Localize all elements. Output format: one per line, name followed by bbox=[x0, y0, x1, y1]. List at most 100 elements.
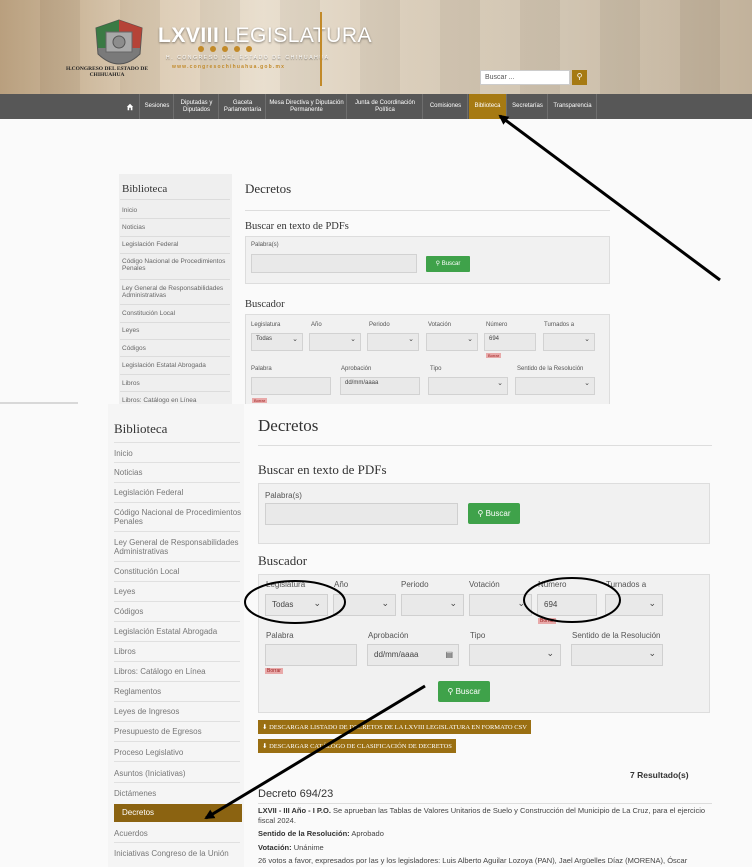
sentido-value: Aprobado bbox=[351, 829, 384, 838]
top-palabra-input[interactable] bbox=[251, 377, 331, 395]
divider bbox=[120, 218, 230, 219]
sidebar-item-proceso[interactable]: Proceso Legislativo bbox=[114, 748, 242, 757]
top-numero-borrar[interactable]: Borrar bbox=[486, 353, 502, 358]
sidebar-item-codigo-nacional[interactable]: Código Nacional de Procedimientos Penale… bbox=[114, 508, 242, 526]
palabra-input[interactable] bbox=[265, 644, 357, 666]
pdf-search-button[interactable]: ⚲ Buscar bbox=[468, 503, 520, 524]
results-count: 7 Resultado(s) bbox=[630, 770, 689, 780]
votacion-label: Votación bbox=[469, 580, 500, 589]
buscador-search-button[interactable]: ⚲ Buscar bbox=[438, 681, 490, 702]
nav-secretarias[interactable]: Secretarías bbox=[508, 94, 548, 119]
sidebar-item-acuerdos[interactable]: Acuerdos bbox=[114, 829, 242, 838]
sidebar-item-catalogo[interactable]: Libros: Catálogo en Línea bbox=[114, 667, 242, 676]
nav-gaceta[interactable]: Gaceta Parlamentaria bbox=[220, 94, 266, 119]
turnados-select[interactable] bbox=[605, 594, 663, 616]
top-anio-select[interactable] bbox=[309, 333, 361, 351]
divider bbox=[245, 210, 610, 211]
nav-diputados[interactable]: Diputadas y Diputados bbox=[175, 94, 219, 119]
legislature-title[interactable]: LXVIII LEGISLATURA bbox=[158, 24, 372, 48]
tipo-select[interactable] bbox=[469, 644, 561, 666]
numero-input[interactable]: 694 bbox=[537, 594, 597, 616]
sidebar-item-leyes-ingresos[interactable]: Leyes de Ingresos bbox=[114, 707, 242, 716]
top-sidebar-item-codigos[interactable]: Códigos bbox=[122, 345, 230, 352]
divider bbox=[114, 721, 240, 722]
top-pdf-search-button[interactable]: ⚲ Buscar bbox=[426, 256, 470, 272]
nav-mesa-directiva[interactable]: Mesa Directiva y Diputación Permanente bbox=[267, 94, 347, 119]
sidebar-item-codigos[interactable]: Códigos bbox=[114, 607, 242, 616]
sidebar-item-libros[interactable]: Libros bbox=[114, 647, 242, 656]
sidebar-item-decretos-label: Decretos bbox=[122, 808, 155, 817]
sidebar-item-presupuesto[interactable]: Presupuesto de Egresos bbox=[114, 727, 242, 736]
sidebar-item-legislacion-federal[interactable]: Legislación Federal bbox=[114, 488, 242, 497]
nav-home[interactable] bbox=[120, 94, 140, 119]
top-sidebar-item-abrogada[interactable]: Legislación Estatal Abrogada bbox=[122, 362, 230, 369]
top-palabra-borrar[interactable]: Borrar bbox=[252, 398, 268, 403]
youtube-icon[interactable] bbox=[222, 46, 228, 52]
top-sidebar-item-libros[interactable]: Libros bbox=[122, 380, 230, 387]
instagram-icon[interactable] bbox=[234, 46, 240, 52]
anio-select[interactable] bbox=[333, 594, 396, 616]
top-sentido-select[interactable] bbox=[515, 377, 595, 395]
download-csv-button[interactable]: ⬇ DESCARGAR LISTADO DE DECRETOS DE LA LX… bbox=[258, 720, 531, 734]
sidebar-item-decretos[interactable]: Decretos bbox=[114, 804, 242, 822]
top-sidebar-item-inicio[interactable]: Inicio bbox=[122, 207, 230, 214]
sentido-key: Sentido de la Resolución: bbox=[258, 829, 350, 838]
decreto-title[interactable]: Decreto 694/23 bbox=[258, 788, 333, 800]
top-periodo-select[interactable] bbox=[367, 333, 419, 351]
votacion-select[interactable] bbox=[469, 594, 532, 616]
nav-comisiones[interactable]: Comisiones bbox=[424, 94, 468, 119]
votacion-key: Votación: bbox=[258, 843, 292, 852]
sentido-select[interactable] bbox=[571, 644, 663, 666]
divider bbox=[114, 681, 240, 682]
download-catalog-button[interactable]: ⬇ DESCARGAR CATÁLOGO DE CLASIFICACIÓN DE… bbox=[258, 739, 456, 753]
top-tipo-select[interactable] bbox=[428, 377, 508, 395]
top-palabras-input[interactable] bbox=[251, 254, 417, 273]
sidebar-item-abrogada[interactable]: Legislación Estatal Abrogada bbox=[114, 627, 242, 636]
palabras-input[interactable] bbox=[265, 503, 458, 525]
sidebar-item-inicio[interactable]: Inicio bbox=[114, 449, 242, 458]
flickr-icon[interactable] bbox=[246, 46, 252, 52]
divider bbox=[114, 601, 240, 602]
sidebar-item-constitucion[interactable]: Constitución Local bbox=[114, 567, 242, 576]
numero-borrar[interactable]: Borrar bbox=[538, 618, 556, 624]
top-sidebar-item-leyes[interactable]: Leyes bbox=[122, 327, 230, 334]
site-search-button[interactable]: ⚲ bbox=[572, 70, 587, 85]
sidebar-item-dictamenes[interactable]: Dictámenes bbox=[114, 789, 242, 798]
divider bbox=[120, 356, 230, 357]
top-sidebar-item-codigo-nacional[interactable]: Código Nacional de Procedimientos Penale… bbox=[122, 258, 230, 272]
sidebar-item-asuntos[interactable]: Asuntos (Iniciativas) bbox=[114, 769, 242, 778]
top-votacion-select[interactable] bbox=[426, 333, 478, 351]
nav-biblioteca[interactable]: Biblioteca bbox=[469, 94, 507, 119]
sidebar-item-leyes[interactable]: Leyes bbox=[114, 587, 242, 596]
top-numero-input[interactable]: 694 bbox=[484, 333, 536, 351]
sidebar-item-noticias[interactable]: Noticias bbox=[114, 468, 242, 477]
palabra-borrar[interactable]: Borrar bbox=[265, 668, 283, 674]
nav-jucopo[interactable]: Junta de Coordinación Política bbox=[348, 94, 423, 119]
page-title: Decretos bbox=[258, 416, 319, 435]
top-sidebar-item-constitucion[interactable]: Constitución Local bbox=[122, 310, 230, 317]
aprobacion-date[interactable]: dd/mm/aaaa ▤ bbox=[367, 644, 459, 666]
top-sidebar-item-catalogo[interactable]: Libros: Catálogo en Línea bbox=[122, 397, 230, 404]
facebook-icon[interactable] bbox=[198, 46, 204, 52]
sidebar-item-ley-general[interactable]: Ley General de Responsabilidades Adminis… bbox=[114, 538, 242, 556]
periodo-label: Periodo bbox=[401, 580, 429, 589]
top-sidebar-item-ley-general[interactable]: Ley General de Responsabilidades Adminis… bbox=[122, 285, 230, 299]
periodo-select[interactable] bbox=[401, 594, 464, 616]
site-search-input[interactable]: Buscar ... bbox=[480, 70, 570, 85]
sidebar-item-reglamentos[interactable]: Reglamentos bbox=[114, 687, 242, 696]
nav-sesiones[interactable]: Sesiones bbox=[141, 94, 174, 119]
top-legislatura-select[interactable]: Todas bbox=[251, 333, 303, 351]
nav-transparencia[interactable]: Transparencia bbox=[549, 94, 597, 119]
top-aprobacion-date[interactable]: dd/mm/aaaa bbox=[340, 377, 420, 395]
top-turnados-select[interactable] bbox=[543, 333, 595, 351]
divider bbox=[114, 462, 240, 463]
legislature-url[interactable]: www.congresochihuahua.gob.mx bbox=[172, 64, 285, 70]
sidebar-title: Biblioteca bbox=[114, 421, 168, 436]
top-sidebar-item-legislacion-federal[interactable]: Legislación Federal bbox=[122, 241, 230, 248]
top-sidebar-item-noticias[interactable]: Noticias bbox=[122, 224, 230, 231]
sidebar-item-iniciativas-union[interactable]: Iniciativas Congreso de la Unión bbox=[114, 849, 242, 858]
calendar-icon[interactable]: ▤ bbox=[445, 650, 453, 659]
legislatura-select[interactable]: Todas bbox=[265, 594, 328, 616]
top-screenshot: H.CONGRESO DEL ESTADO DE CHIHUAHUA LXVII… bbox=[0, 0, 752, 404]
twitter-icon[interactable] bbox=[210, 46, 216, 52]
